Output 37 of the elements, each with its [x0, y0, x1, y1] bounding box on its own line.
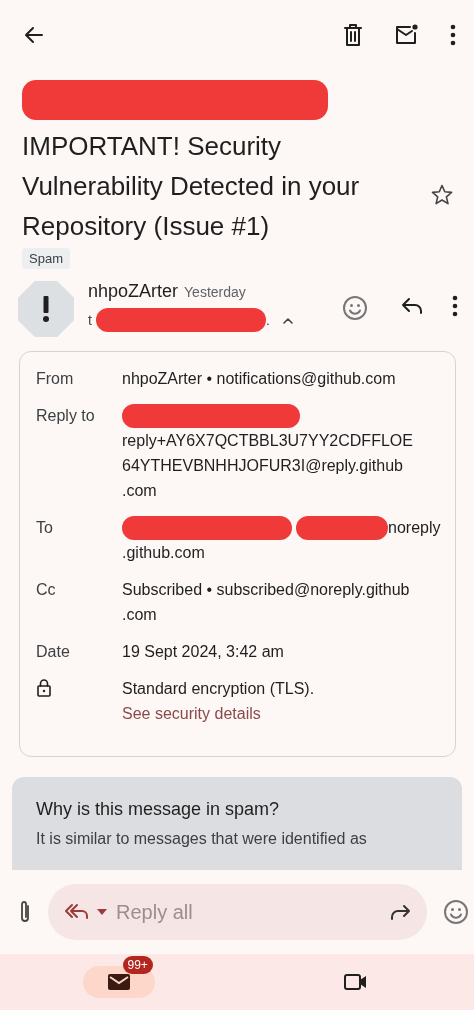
detail-text: .com: [122, 481, 157, 501]
field-label: Cc: [36, 580, 57, 600]
detail-text: t: [88, 312, 92, 328]
detail-text: noreply: [388, 518, 441, 538]
detail-text: .: [265, 312, 270, 328]
video-camera-icon: [342, 972, 369, 992]
field-label: Reply to: [36, 406, 96, 426]
detail-text: 19 Sept 2024, 3:42 am: [122, 642, 284, 662]
reply-field[interactable]: Reply all: [48, 884, 427, 940]
dropdown-caret-icon[interactable]: [96, 908, 108, 916]
forward-icon[interactable]: [389, 903, 411, 921]
more-options-icon[interactable]: [450, 24, 456, 46]
detail-text: 64YTHEVBNHHJOFUR3I@reply.github: [122, 456, 403, 476]
detail-text: reply+AY6X7QCTBBL3U7YY2CDFFLOE: [122, 431, 413, 451]
subject-title: IMPORTANT! Security Vulnerability Detected in your Repository (Issue #1): [22, 130, 361, 243]
lock-icon: [36, 678, 52, 698]
detail-text: nhpoZArter • notifications@github.com: [122, 369, 396, 389]
field-label: To: [36, 518, 54, 538]
detail-text: Subscribed • subscribed@noreply.github: [122, 580, 410, 600]
detail-text: .github.com: [122, 543, 205, 563]
reply-all-icon: [64, 902, 90, 922]
spam-notice-text: It is similar to messages that were identified as: [36, 830, 368, 848]
field-label: Date: [36, 642, 71, 662]
detail-text: .com: [122, 605, 157, 625]
security-details-link[interactable]: See security details: [122, 701, 439, 726]
detail-text: Standard encryption (TLS).: [122, 679, 315, 699]
reply-input[interactable]: Reply all: [114, 899, 383, 925]
collapse-caret-icon[interactable]: [281, 316, 294, 324]
spam-notice-title: Why is this message in spam?: [36, 799, 281, 820]
mail-icon: [106, 972, 131, 992]
unread-count-badge: 99+: [122, 956, 153, 974]
warning-avatar: [18, 281, 74, 337]
message-time: Yesterday: [184, 284, 246, 300]
field-label: From: [36, 369, 75, 389]
spam-label: Spam: [22, 248, 70, 269]
more-options-icon[interactable]: [452, 295, 458, 317]
sender-name: nhpoZArter: [88, 281, 179, 302]
